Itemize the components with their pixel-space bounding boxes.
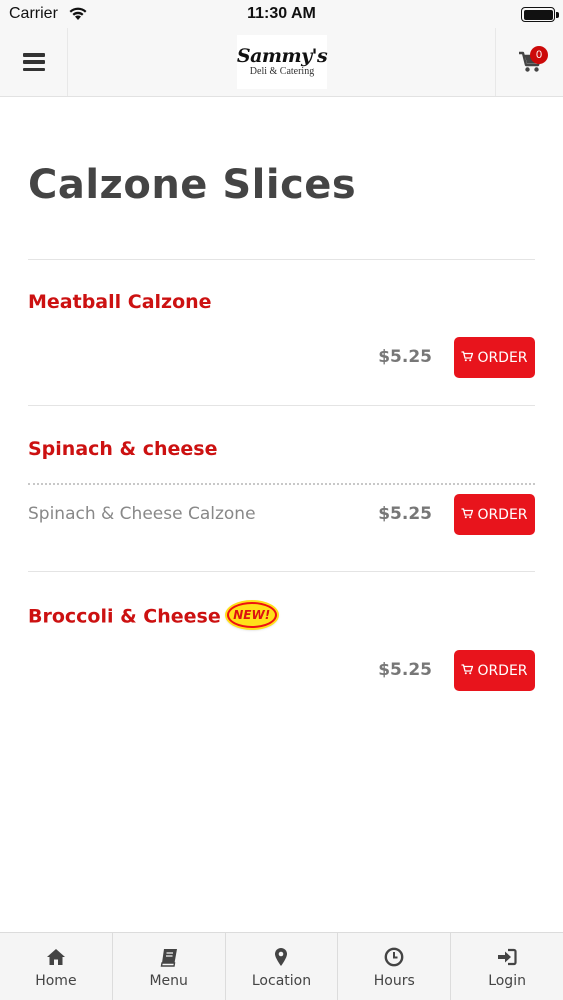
order-button-label: ORDER [477,349,528,366]
order-button-label: ORDER [477,506,528,523]
tab-hours[interactable]: Hours [338,933,452,1000]
order-button[interactable]: ORDER [454,337,535,378]
status-bar: Carrier 11:30 AM [0,0,563,28]
cart-icon [461,507,474,523]
tab-label: Home [35,973,77,989]
tab-label: Location [251,973,312,989]
order-button[interactable]: ORDER [454,650,535,691]
cart-icon [461,350,474,366]
item-price: $5.25 [378,660,432,680]
item-name[interactable]: Spinach & cheese [28,438,218,460]
clock-icon [384,947,404,967]
section-divider [28,259,535,260]
home-icon [46,947,66,967]
page-title: Calzone Slices [28,162,357,208]
new-badge: NEW! [226,602,277,628]
cart-icon [461,663,474,679]
order-button-label: ORDER [477,662,528,679]
cart-button[interactable]: 0 [495,28,563,96]
logo-tagline: Deli & Catering [249,66,315,77]
book-icon [160,947,178,967]
clock-label: 11:30 AM [247,5,316,22]
item-price: $5.25 [378,504,432,524]
tab-label: Hours [373,973,415,989]
item-name[interactable]: Meatball Calzone [28,291,212,313]
tab-label: Menu [149,973,188,989]
logo-name: Sammy's [236,45,328,67]
app-header: Sammy's Deli & Catering 0 [0,28,563,97]
menu-toggle-button[interactable] [0,28,68,96]
hamburger-icon [22,53,45,71]
item-variant: Spinach & Cheese Calzone [28,504,256,524]
item-price: $5.25 [378,347,432,367]
order-button[interactable]: ORDER [454,494,535,535]
tab-location[interactable]: Location [226,933,339,1000]
sign-in-icon [497,947,517,967]
dotted-separator [28,483,535,485]
brand-logo[interactable]: Sammy's Deli & Catering [236,35,328,89]
tab-login[interactable]: Login [451,933,563,1000]
battery-icon [521,7,559,22]
item-name[interactable]: Broccoli & Cheese [28,606,221,628]
item-divider [28,405,535,406]
tab-home[interactable]: Home [0,933,113,1000]
tab-label: Login [488,973,526,989]
bottom-tab-bar: Home Menu Location Hours Login [0,932,563,1000]
item-name-row: Broccoli & Cheese NEW! [28,602,277,630]
cart-count-badge: 0 [530,46,548,64]
tab-menu[interactable]: Menu [113,933,226,1000]
item-divider [28,571,535,572]
map-marker-icon [274,947,288,967]
